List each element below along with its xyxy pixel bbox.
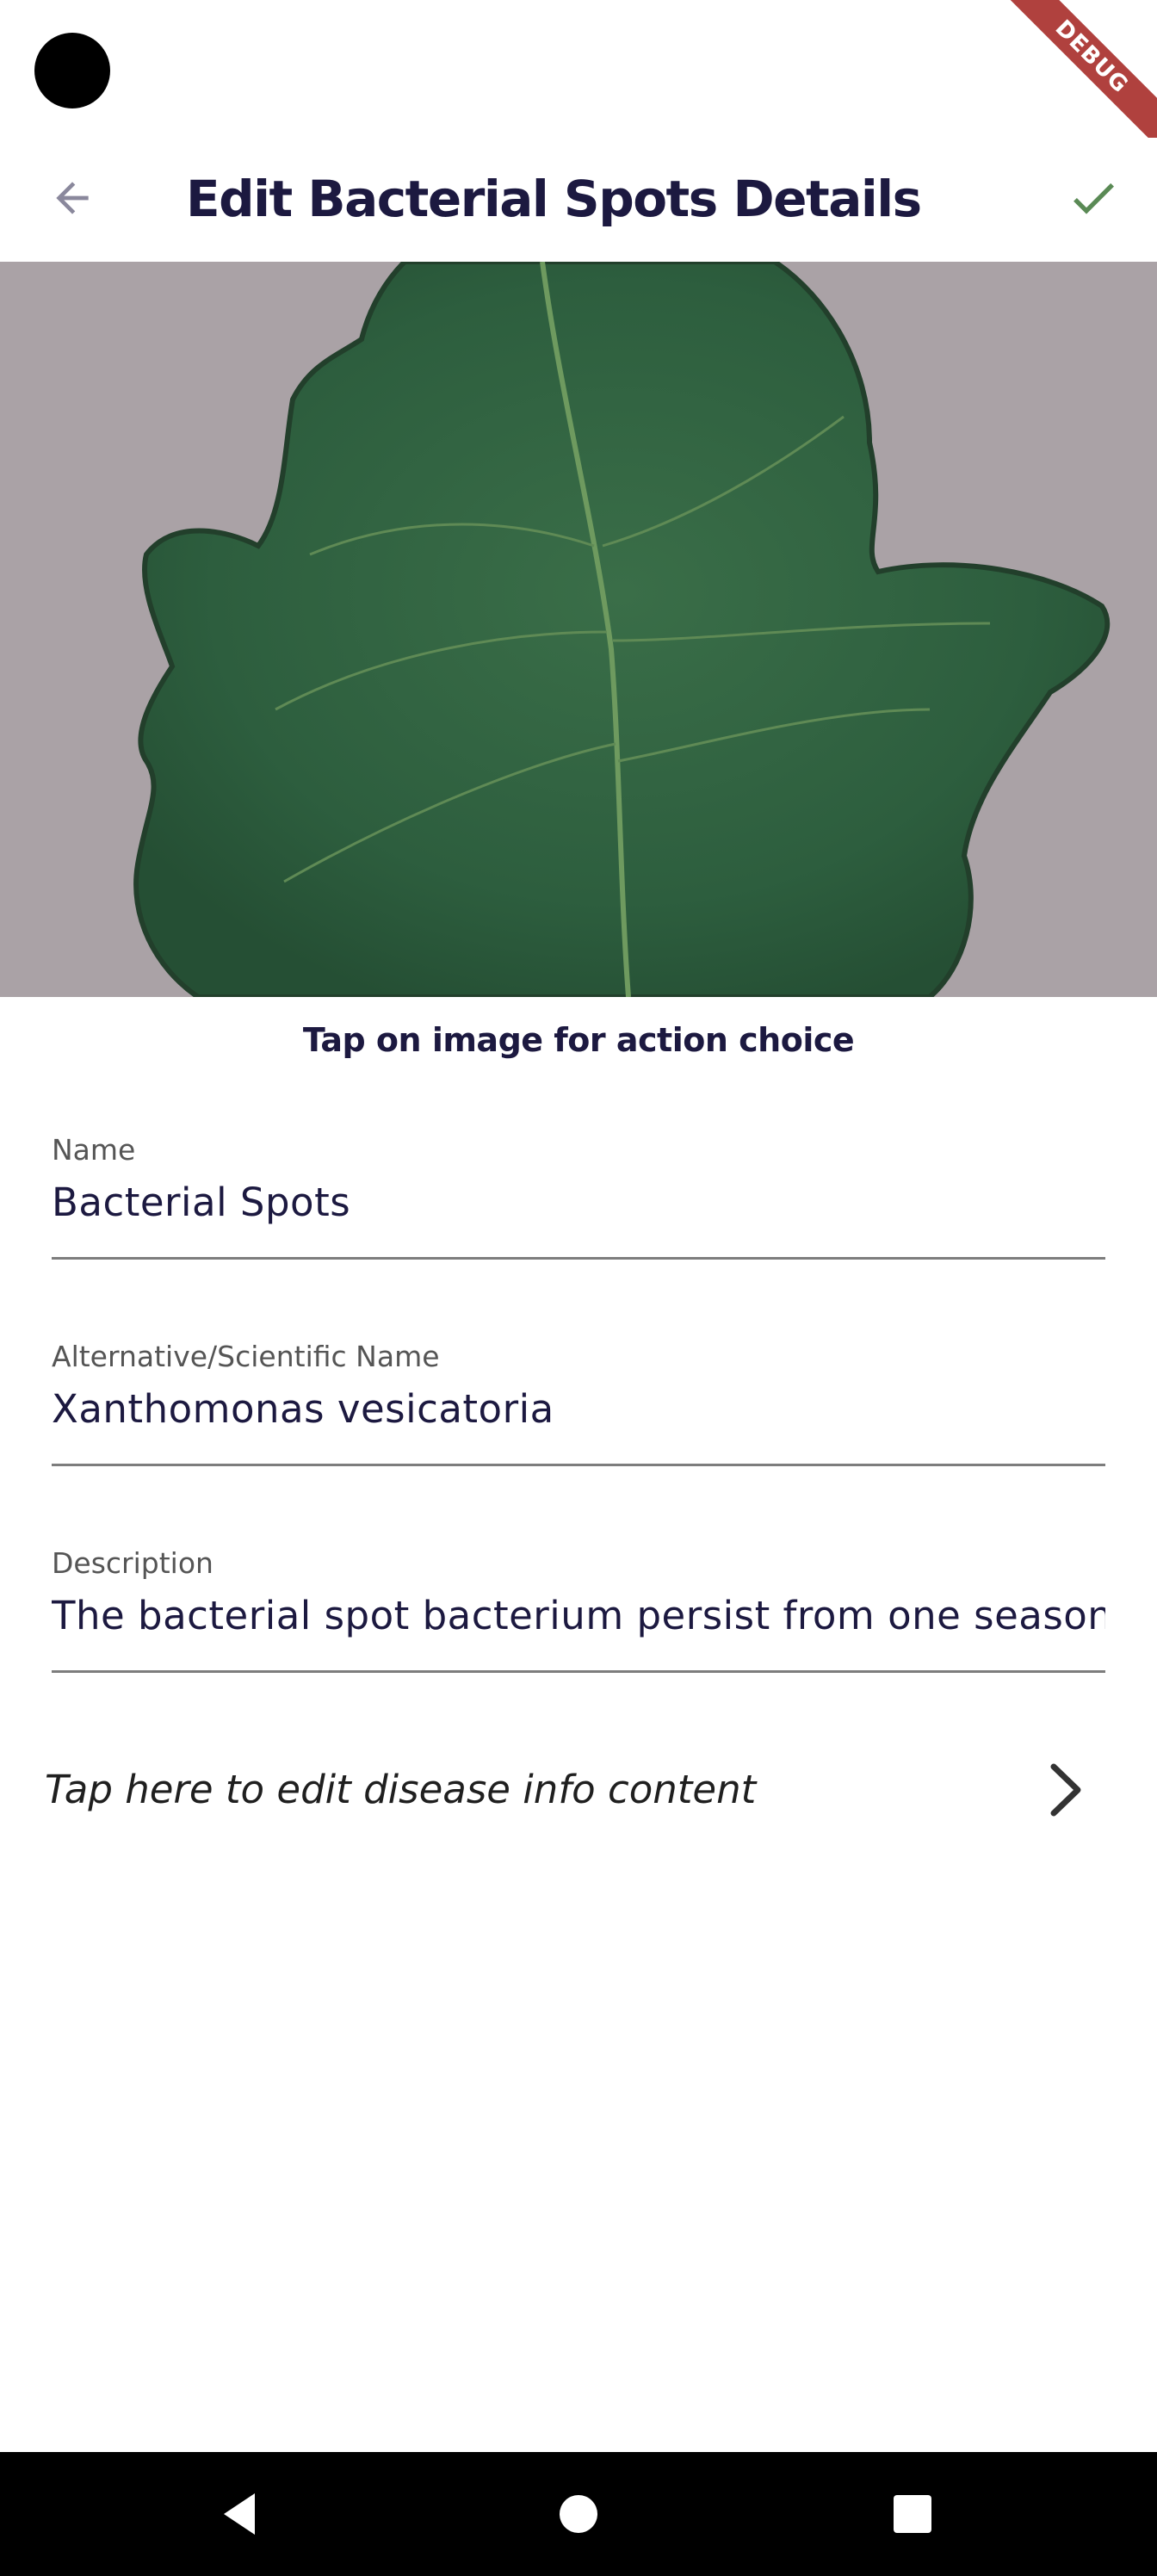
- camera-cutout: [34, 33, 110, 108]
- page-title: Edit Bacterial Spots Details: [186, 170, 922, 228]
- description-label: Description: [52, 1546, 213, 1580]
- nav-home-button[interactable]: [544, 2480, 613, 2548]
- description-underline: [52, 1670, 1105, 1673]
- name-input[interactable]: Bacterial Spots: [52, 1180, 1105, 1225]
- alt-name-underline: [52, 1464, 1105, 1466]
- disease-image[interactable]: [0, 262, 1157, 997]
- image-hint: Tap on image for action choice: [302, 1021, 855, 1059]
- status-bar: [0, 0, 1157, 138]
- back-button[interactable]: [38, 164, 107, 232]
- alt-name-label: Alternative/Scientific Name: [52, 1340, 440, 1373]
- arrow-back-icon: [56, 182, 89, 214]
- name-underline: [52, 1257, 1105, 1260]
- nav-recents-icon: [894, 2495, 931, 2533]
- edit-content-label: Tap here to edit disease info content: [45, 1767, 757, 1812]
- edit-content-link[interactable]: Tap here to edit disease info content: [0, 1743, 1157, 1837]
- description-input[interactable]: The bacterial spot bacterium persist fro…: [52, 1593, 1105, 1638]
- nav-back-button[interactable]: [207, 2480, 275, 2548]
- system-nav-bar: [0, 2452, 1157, 2576]
- chevron-right-icon: [1050, 1763, 1081, 1817]
- check-icon: [1073, 183, 1114, 214]
- nav-recents-button[interactable]: [878, 2480, 947, 2548]
- save-button[interactable]: [1059, 164, 1128, 232]
- alt-name-input[interactable]: Xanthomonas vesicatoria: [52, 1386, 1105, 1432]
- app-bar: Edit Bacterial Spots Details: [0, 138, 1157, 262]
- name-label: Name: [52, 1133, 136, 1167]
- nav-back-icon: [224, 2493, 255, 2535]
- nav-home-icon: [560, 2495, 597, 2533]
